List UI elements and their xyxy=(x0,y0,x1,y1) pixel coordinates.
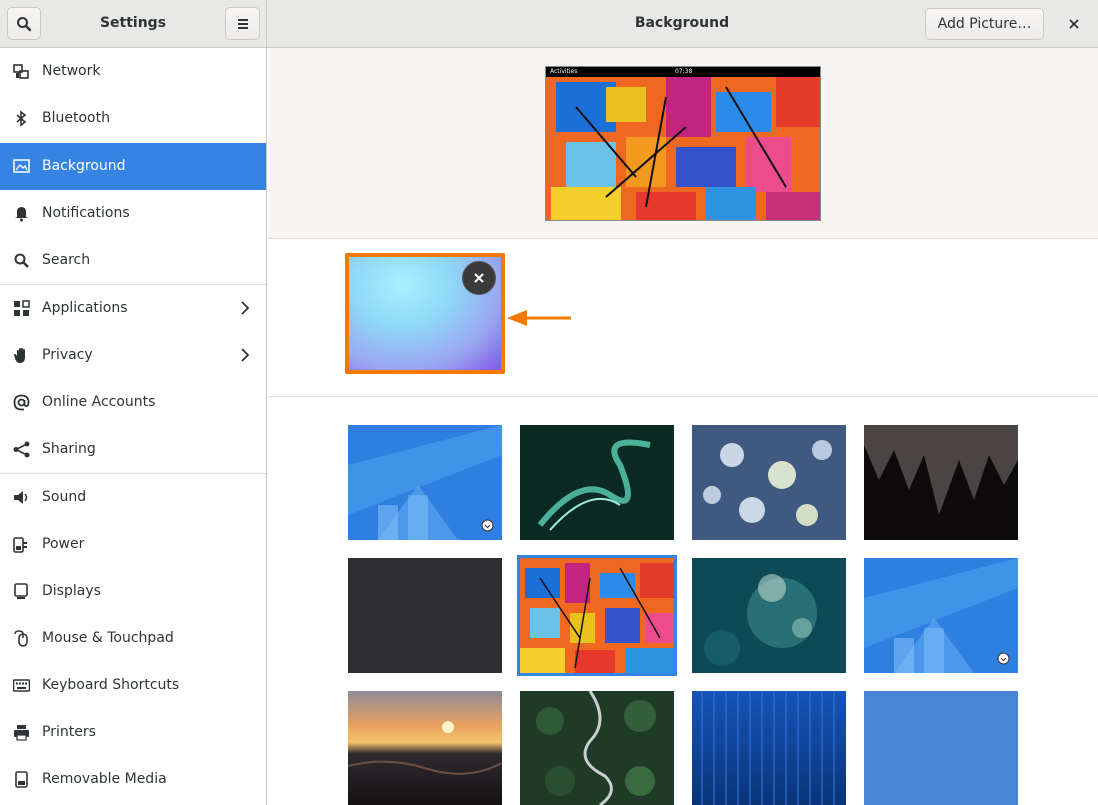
sidebar-item-notifications[interactable]: Notifications xyxy=(0,190,266,237)
power-plug-icon xyxy=(13,537,27,553)
close-icon xyxy=(1069,19,1079,29)
sidebar-item-sharing[interactable]: Sharing xyxy=(0,426,266,473)
sidebar-item-online-accounts[interactable]: Online Accounts xyxy=(0,379,266,426)
background-icon xyxy=(13,159,30,173)
sidebar-item-search[interactable]: Search xyxy=(0,237,266,284)
wallpaper-thumbnail[interactable] xyxy=(348,558,502,673)
menu-button[interactable] xyxy=(225,7,260,40)
sidebar-item-label: Applications xyxy=(42,300,128,316)
sidebar-headerbar: Settings xyxy=(0,0,267,48)
wallpaper-thumbnail-selected[interactable] xyxy=(517,555,677,676)
sidebar-item-label: Power xyxy=(42,536,85,552)
wallpaper-thumbnail[interactable] xyxy=(692,425,846,540)
wallpaper-thumbnail[interactable] xyxy=(864,425,1018,540)
sidebar-item-label: Online Accounts xyxy=(42,394,156,410)
at-sign-icon xyxy=(13,394,30,411)
sidebar-item-removable-media[interactable]: Removable Media xyxy=(0,756,266,803)
chevron-right-icon xyxy=(241,348,250,362)
preview-topbar: Activities 07:38 xyxy=(546,67,820,77)
sidebar-item-network[interactable]: Network xyxy=(0,48,266,95)
sidebar-item-label: Displays xyxy=(42,583,101,599)
search-button[interactable] xyxy=(7,7,41,40)
wallpaper-thumbnail[interactable] xyxy=(520,425,674,540)
apps-grid-icon xyxy=(14,300,30,316)
sidebar-item-keyboard-shortcuts[interactable]: Keyboard Shortcuts xyxy=(0,662,266,709)
wallpaper-thumbnail[interactable] xyxy=(520,691,674,805)
sidebar-item-mouse-touchpad[interactable]: Mouse & Touchpad xyxy=(0,615,266,662)
close-icon xyxy=(474,273,484,283)
bluetooth-icon xyxy=(16,110,27,127)
sidebar-item-label: Search xyxy=(42,252,91,268)
mouse-icon xyxy=(14,630,28,647)
display-icon xyxy=(14,583,28,599)
search-icon xyxy=(17,16,32,31)
bell-icon xyxy=(15,207,28,222)
arrow-annotation-icon xyxy=(507,310,571,326)
sidebar-item-label: Keyboard Shortcuts xyxy=(42,677,180,693)
sidebar-item-label: Notifications xyxy=(42,205,130,221)
wallpaper-thumbnail[interactable] xyxy=(692,558,846,673)
wallpaper-thumbnail[interactable] xyxy=(692,691,846,805)
desktop-preview: Activities 07:38 xyxy=(545,66,821,221)
network-icon xyxy=(13,64,29,79)
sidebar-title: Settings xyxy=(99,15,167,31)
usb-drive-icon xyxy=(15,771,28,788)
sidebar-item-power[interactable]: Power xyxy=(0,521,266,568)
content-headerbar: Background Add Picture… xyxy=(267,0,1098,48)
hamburger-icon xyxy=(237,18,248,29)
wallpaper-thumbnail[interactable] xyxy=(864,558,1018,673)
settings-window: Settings Background Add Picture… Network… xyxy=(0,0,1098,805)
sidebar-item-label: Bluetooth xyxy=(42,110,110,126)
remove-background-button[interactable] xyxy=(462,261,496,295)
sidebar-item-label: Mouse & Touchpad xyxy=(42,630,174,646)
chevron-right-icon xyxy=(241,301,250,315)
sidebar-item-sound[interactable]: Sound xyxy=(0,474,266,521)
preview-clock: 07:38 xyxy=(675,68,693,75)
wallpaper-thumbnail[interactable] xyxy=(348,691,502,805)
sidebar-item-bluetooth[interactable]: Bluetooth xyxy=(0,95,266,142)
sidebar-item-label: Printers xyxy=(42,724,96,740)
sidebar-item-label: Privacy xyxy=(42,347,93,363)
share-icon xyxy=(13,441,30,458)
hand-icon xyxy=(14,348,25,363)
clock-badge-icon xyxy=(481,519,494,532)
sidebar-item-label: Background xyxy=(42,158,126,174)
clock-badge-icon xyxy=(997,652,1010,665)
wallpaper-thumbnail[interactable] xyxy=(864,691,1018,805)
sidebar-item-displays[interactable]: Displays xyxy=(0,568,266,615)
sidebar-item-label: Sharing xyxy=(42,441,96,457)
wallpaper-thumbnail[interactable] xyxy=(348,425,502,540)
sidebar-item-label: Network xyxy=(42,63,101,79)
close-window-button[interactable] xyxy=(1062,13,1086,35)
sidebar-item-label: Sound xyxy=(42,489,87,505)
sidebar-item-privacy[interactable]: Privacy xyxy=(0,332,266,379)
sidebar-item-applications[interactable]: Applications xyxy=(0,285,266,332)
search-icon xyxy=(14,253,29,268)
speaker-icon xyxy=(14,491,28,504)
page-title: Background xyxy=(634,15,730,31)
sidebar-item-label: Removable Media xyxy=(42,771,167,787)
sidebar: Network Bluetooth Background Notificatio… xyxy=(0,48,267,805)
sidebar-item-background[interactable]: Background xyxy=(0,143,266,190)
sidebar-item-printers[interactable]: Printers xyxy=(0,709,266,756)
preview-activities-label: Activities xyxy=(550,68,578,75)
add-picture-button[interactable]: Add Picture… xyxy=(925,8,1044,40)
printer-icon xyxy=(14,725,29,741)
keyboard-icon xyxy=(13,679,30,692)
